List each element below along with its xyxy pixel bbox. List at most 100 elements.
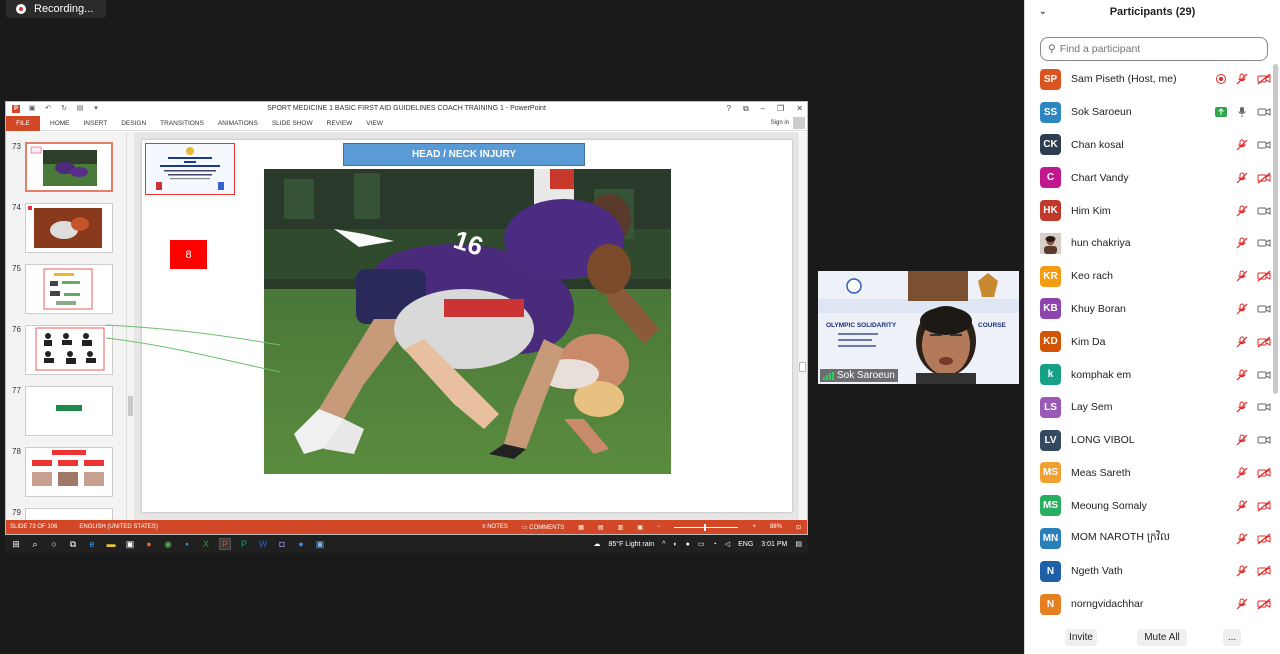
cortana-icon[interactable]: ○ (49, 539, 59, 549)
mic-muted-icon[interactable] (1236, 533, 1248, 545)
participant-row[interactable]: MS Meas Sareth (1025, 457, 1271, 490)
search-input[interactable] (1059, 43, 1260, 55)
tab-insert[interactable]: INSERT (84, 120, 108, 127)
video-off-icon[interactable] (1257, 172, 1271, 184)
windows-start-icon[interactable]: ⊞ (11, 539, 21, 549)
tab-view[interactable]: VIEW (366, 120, 383, 127)
mic-muted-icon[interactable] (1236, 565, 1248, 577)
tray-app-icon[interactable]: ◐ (673, 541, 677, 548)
thumbnail-slide-73[interactable] (25, 142, 113, 192)
zoom-app-icon[interactable]: ● (296, 539, 306, 549)
participant-row[interactable]: LV LONG VIBOL (1025, 424, 1271, 457)
mic-tray-icon[interactable]: ● (686, 541, 690, 548)
speaker-video-tile[interactable]: OLYMPIC SOLIDARITY COURSE Sok Saroeun (818, 271, 1019, 384)
video-on-icon[interactable] (1257, 369, 1271, 381)
file-explorer-icon[interactable]: ▬ (106, 539, 116, 549)
video-off-icon[interactable] (1257, 467, 1271, 479)
video-on-icon[interactable] (1257, 205, 1271, 217)
camera-icon[interactable]: ◘ (277, 539, 287, 549)
mic-muted-icon[interactable] (1236, 237, 1248, 249)
mic-on-icon[interactable] (1236, 106, 1248, 118)
tab-review[interactable]: REVIEW (327, 120, 353, 127)
zoom-level[interactable]: 88% (770, 524, 782, 530)
network-icon[interactable]: ◔ (713, 541, 717, 548)
tab-animations[interactable]: ANIMATIONS (218, 120, 258, 127)
store-icon[interactable]: ▣ (125, 539, 135, 549)
video-off-icon[interactable] (1257, 598, 1271, 610)
mic-muted-icon[interactable] (1236, 303, 1248, 315)
search-icon[interactable]: ⌕ (30, 539, 40, 549)
participant-row[interactable]: KD Kim Da (1025, 325, 1271, 358)
participant-search[interactable]: ⚲ (1040, 37, 1268, 61)
weather-text[interactable]: 85°F Light rain (609, 541, 655, 548)
thumbnail-slide-78[interactable] (25, 447, 113, 497)
minimize-button[interactable]: – (761, 104, 765, 114)
weather-icon[interactable]: ☁ (594, 540, 601, 548)
invite-button[interactable]: Invite (1065, 629, 1097, 646)
fit-slide-icon[interactable]: ⊡ (796, 524, 801, 531)
thumbnail-row[interactable]: 75 (6, 264, 126, 316)
slide-scrollbar[interactable] (797, 132, 807, 522)
mic-muted-icon[interactable] (1236, 270, 1248, 282)
language-indicator[interactable]: ENGLISH (UNITED STATES) (79, 524, 157, 530)
participant-row[interactable]: MS Meoung Somaly (1025, 489, 1271, 522)
comments-button[interactable]: ▭ COMMENTS (522, 524, 564, 531)
participant-row[interactable]: SS Sok Saroeun (1025, 96, 1271, 129)
battery-icon[interactable]: ▭ (698, 540, 705, 548)
mic-muted-icon[interactable] (1236, 369, 1248, 381)
language-tray[interactable]: ENG (738, 541, 753, 548)
participant-row[interactable]: SP Sam Piseth (Host, me) (1025, 63, 1271, 96)
thumbnail-row[interactable]: 77 (6, 386, 126, 438)
scrollbar-thumb[interactable] (128, 396, 133, 416)
participant-row[interactable]: KR Keo rach (1025, 260, 1271, 293)
restore-button[interactable]: ❐ (777, 104, 784, 114)
video-off-icon[interactable] (1257, 500, 1271, 512)
publisher-icon[interactable]: P (239, 539, 249, 549)
word-icon[interactable]: W (258, 539, 268, 549)
participant-row[interactable]: MN MOM NAROTH ក្រវិល (1025, 522, 1271, 555)
excel-icon[interactable]: X (201, 539, 211, 549)
edge-icon[interactable]: e (87, 539, 97, 549)
photoshop-icon[interactable]: ▪ (182, 539, 192, 549)
video-on-icon[interactable] (1257, 139, 1271, 151)
video-on-icon[interactable] (1257, 401, 1271, 413)
video-off-icon[interactable] (1257, 270, 1271, 282)
mic-muted-icon[interactable] (1236, 434, 1248, 446)
video-off-icon[interactable] (1257, 73, 1271, 85)
thumbnail-slide-75[interactable] (25, 264, 113, 314)
participant-row[interactable]: LS Lay Sem (1025, 391, 1271, 424)
participant-row[interactable]: k komphak em (1025, 358, 1271, 391)
notes-button[interactable]: ≡ NOTES (482, 524, 508, 530)
participant-row[interactable]: N Ngeth Vath (1025, 555, 1271, 588)
sign-in-link[interactable]: Sign in (771, 120, 789, 126)
video-on-icon[interactable] (1257, 303, 1271, 315)
ribbon-options-button[interactable]: ⧉ (743, 104, 749, 114)
thumbnail-row[interactable]: 73 (6, 142, 126, 194)
mic-muted-icon[interactable] (1236, 598, 1248, 610)
powerpoint-taskbar-icon[interactable]: P (219, 538, 231, 550)
thumbnail-row[interactable]: 78 (6, 447, 126, 499)
mic-muted-icon[interactable] (1236, 172, 1248, 184)
participant-row[interactable]: KB Khuy Boran (1025, 293, 1271, 326)
tab-design[interactable]: DESIGN (121, 120, 146, 127)
help-button[interactable]: ? (727, 104, 731, 114)
scrollbar-thumb[interactable] (799, 362, 806, 372)
zoom-in-icon[interactable]: + (752, 524, 756, 530)
slide-sorter-icon[interactable]: ▤ (598, 524, 604, 531)
notifications-icon[interactable]: ▤ (795, 540, 802, 548)
participant-list-scrollbar[interactable] (1273, 64, 1278, 394)
participant-row[interactable]: CK Chan kosal (1025, 129, 1271, 162)
thumbnail-slide-74[interactable] (25, 203, 113, 253)
volume-icon[interactable]: ◁ (725, 540, 730, 548)
more-options-button[interactable]: ... (1223, 629, 1241, 646)
tab-home[interactable]: HOME (50, 120, 70, 127)
task-view-icon[interactable]: ⧉ (68, 539, 78, 549)
account-avatar-icon[interactable] (793, 117, 805, 129)
video-on-icon[interactable] (1257, 106, 1271, 118)
mic-muted-icon[interactable] (1236, 139, 1248, 151)
zoom-slider[interactable] (674, 523, 739, 531)
thumbnail-slide-77[interactable] (25, 386, 113, 436)
slideshow-view-icon[interactable]: ▣ (637, 524, 643, 531)
zoom-out-icon[interactable]: − (657, 524, 661, 530)
participant-row[interactable]: C Chart Vandy (1025, 161, 1271, 194)
